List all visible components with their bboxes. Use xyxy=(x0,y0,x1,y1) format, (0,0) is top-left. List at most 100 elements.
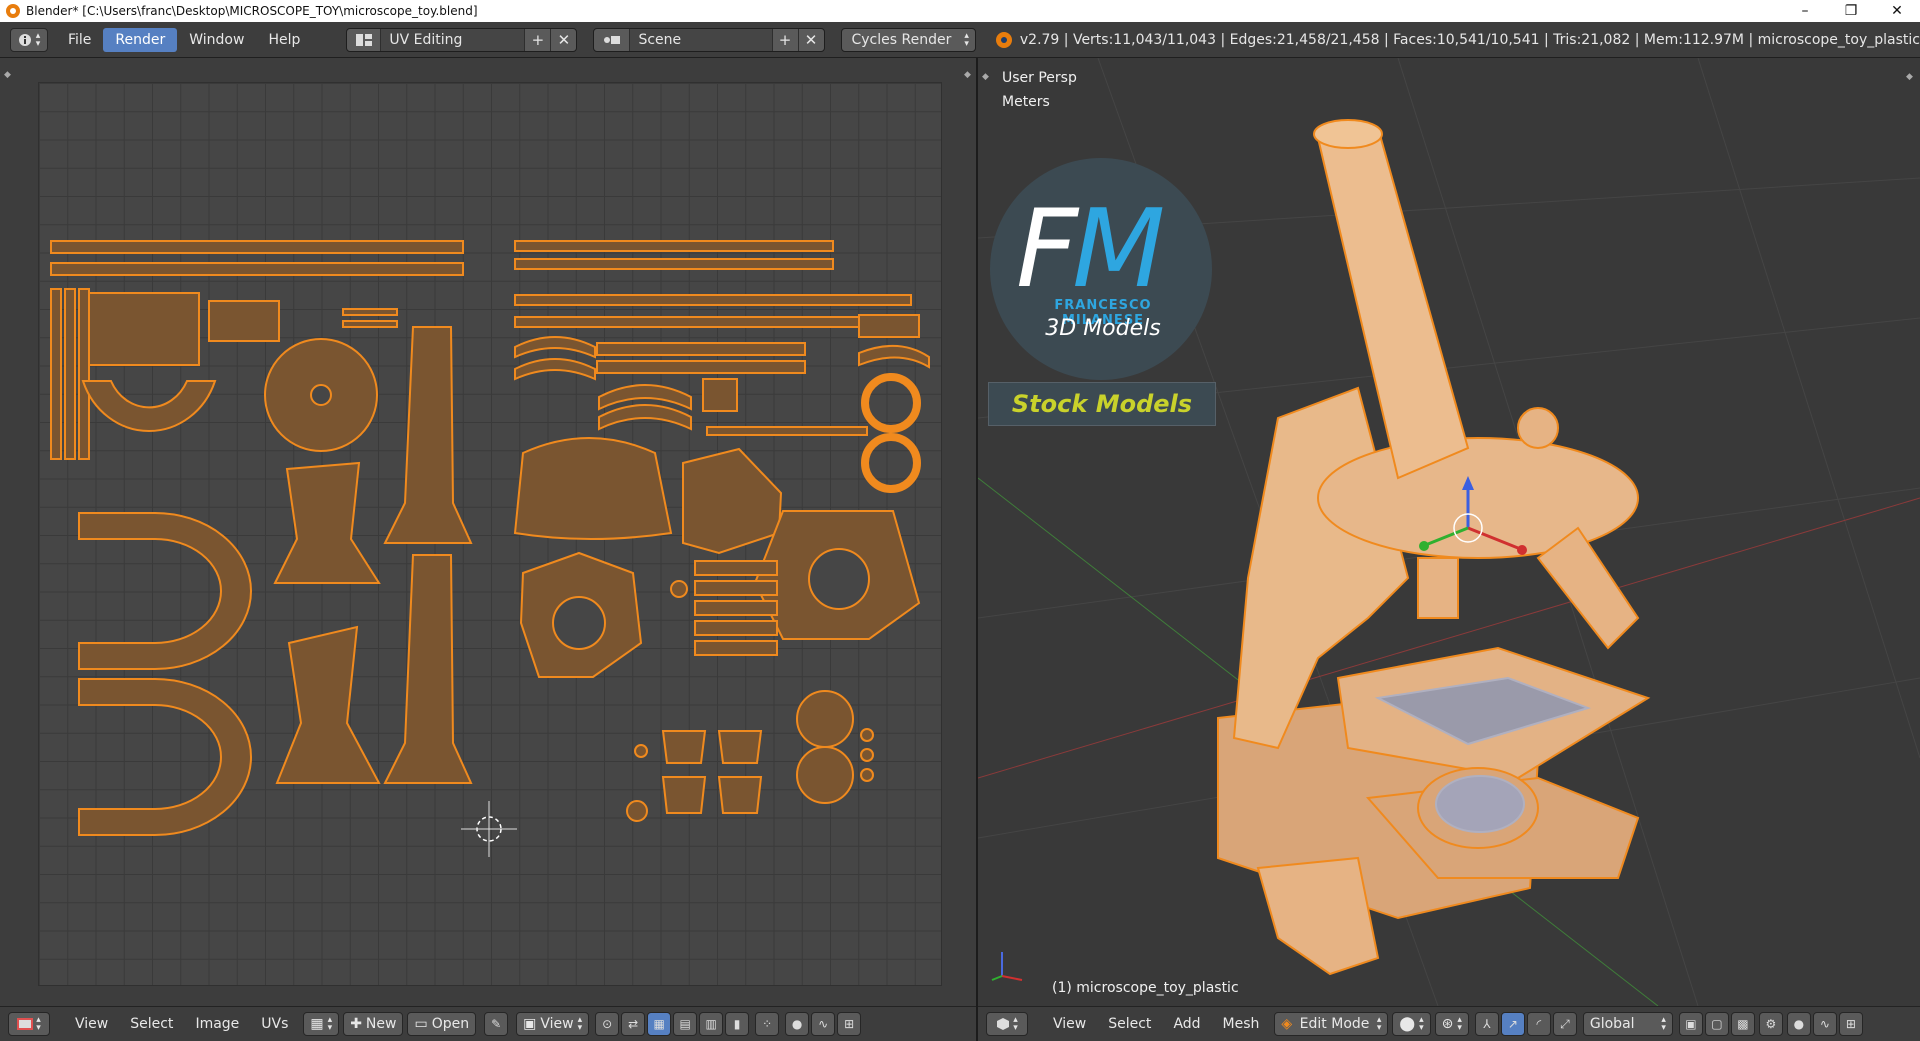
image-browse-button[interactable]: ▦ ▴ ▾ xyxy=(303,1012,340,1036)
add-layout-icon[interactable]: + xyxy=(524,28,550,51)
watermark-logo: FM xyxy=(1016,196,1165,304)
viewport-menu-add[interactable]: Add xyxy=(1162,1016,1211,1032)
watermark-letter-m: M xyxy=(1072,187,1165,312)
sync-selection-icon[interactable]: ⇄ xyxy=(621,1012,646,1036)
interaction-mode-label: Edit Mode xyxy=(1299,1016,1370,1032)
blender-app-icon xyxy=(6,4,20,18)
edge-select-icon[interactable]: ▤ xyxy=(673,1012,698,1036)
blender-logo-icon xyxy=(995,31,1012,48)
pin-icon[interactable]: ✎ xyxy=(484,1012,509,1036)
viewport-menu-select[interactable]: Select xyxy=(1097,1016,1162,1032)
menu-help[interactable]: Help xyxy=(256,28,312,52)
updown-icon: ▴ ▾ xyxy=(964,30,969,49)
rotate-manipulator-icon[interactable]: ◜ xyxy=(1526,1012,1551,1036)
translate-manipulator-icon[interactable]: ↗ xyxy=(1500,1012,1525,1036)
screen-layout-name[interactable]: UV Editing xyxy=(381,28,525,51)
render-engine-label[interactable]: Cycles Render xyxy=(852,32,952,48)
view-mode-dropdown[interactable]: ▣ View ▴ ▾ xyxy=(516,1012,590,1036)
manipulator-toggle-icon[interactable]: ⅄ xyxy=(1474,1012,1499,1036)
viewport-menu-view[interactable]: View xyxy=(1042,1016,1097,1032)
remove-scene-icon[interactable]: ✕ xyxy=(797,28,824,51)
scene-icon[interactable] xyxy=(594,28,631,51)
transform-orientation-dropdown[interactable]: Global ▴ ▾ xyxy=(1582,1012,1673,1036)
menu-file[interactable]: File xyxy=(56,28,103,52)
snap-icon[interactable]: ∿ xyxy=(811,1012,836,1036)
properties-toggle-icon[interactable]: ◆ xyxy=(964,70,974,80)
scene-selector[interactable]: Scene + ✕ xyxy=(593,27,825,52)
stats-text: v2.79 | Verts:11,043/11,043 | Edges:21,4… xyxy=(1019,31,1920,48)
info-icon xyxy=(18,33,31,46)
pivot-icon[interactable]: ⊙ xyxy=(595,1012,620,1036)
face-select-icon[interactable]: ▥ xyxy=(699,1012,724,1036)
updown-icon: ▴ ▾ xyxy=(35,30,41,49)
snap-icon[interactable]: ∿ xyxy=(1812,1012,1837,1036)
updown-icon: ▴ ▾ xyxy=(1376,1015,1382,1033)
viewport-menu-mesh[interactable]: Mesh xyxy=(1212,1016,1271,1032)
uv-grid[interactable] xyxy=(38,82,942,986)
new-image-button[interactable]: ✚ New xyxy=(343,1012,404,1036)
uv-menu-image[interactable]: Image xyxy=(184,1016,250,1032)
plus-icon: ✚ xyxy=(350,1016,362,1032)
image-browse-icon: ▦ xyxy=(310,1016,324,1032)
edge-mode-icon[interactable]: ▢ xyxy=(1704,1012,1729,1036)
viewport-editor-type-selector[interactable]: ▴ ▾ xyxy=(986,1012,1028,1036)
island-select-icon[interactable]: ▮ xyxy=(725,1012,750,1036)
remove-layout-icon[interactable]: ✕ xyxy=(550,28,576,51)
image-editor-icon xyxy=(17,1018,34,1030)
transform-orientation-label: Global xyxy=(1589,1016,1635,1032)
face-mode-icon[interactable]: ▩ xyxy=(1730,1012,1755,1036)
open-image-button[interactable]: ▭ Open xyxy=(407,1012,477,1036)
vertex-select-icon[interactable]: ▦ xyxy=(647,1012,672,1036)
updown-icon: ▴ ▾ xyxy=(1419,1015,1424,1033)
open-image-label: Open xyxy=(431,1016,470,1032)
solid-shading-icon: ⬤ xyxy=(1399,1016,1416,1032)
uv-editor-header: ▴ ▾ View Select Image UVs ▦ ▴ ▾ ✚ New ▭ Op… xyxy=(0,1006,976,1041)
updown-icon: ▴ ▾ xyxy=(327,1015,333,1033)
uv-menu-select[interactable]: Select xyxy=(119,1016,184,1032)
axis-gizmo-icon xyxy=(991,952,1023,981)
uv-image-editor[interactable]: ◆ ◆ xyxy=(0,58,976,1006)
window-titlebar: Blender* [C:\Users\franc\Desktop\MICROSC… xyxy=(0,0,1920,22)
snap-element-icon[interactable]: ⊞ xyxy=(837,1012,862,1036)
updown-icon: ▴ ▾ xyxy=(1457,1015,1462,1033)
toolbar-toggle-icon[interactable]: ◆ xyxy=(4,70,14,80)
close-button[interactable]: ✕ xyxy=(1874,0,1920,22)
interaction-mode-dropdown[interactable]: ◈ Edit Mode ▴ ▾ xyxy=(1274,1012,1389,1036)
scale-manipulator-icon[interactable]: ⤢ xyxy=(1552,1012,1577,1036)
scene-name[interactable]: Scene xyxy=(630,28,772,51)
new-image-label: New xyxy=(365,1016,397,1032)
edit-mode-icon: ◈ xyxy=(1281,1016,1293,1032)
minimize-button[interactable]: – xyxy=(1782,0,1828,22)
updown-icon: ▴ ▾ xyxy=(577,1015,583,1033)
2d-cursor-icon[interactable] xyxy=(457,797,521,861)
screen-layout-selector[interactable]: UV Editing + ✕ xyxy=(346,27,578,52)
uv-editor-type-selector[interactable]: ▴ ▾ xyxy=(8,1012,50,1036)
layout-icon[interactable] xyxy=(347,28,382,51)
folder-icon: ▭ xyxy=(414,1016,428,1032)
menu-render[interactable]: Render xyxy=(103,27,178,52)
render-engine-dropdown[interactable]: Cycles Render ▴ ▾ xyxy=(840,27,976,52)
watermark-letter-f: F xyxy=(1016,187,1078,312)
3d-viewport[interactable]: ◆ ◆ User Persp Meters FM FRANCESCO MILAN… xyxy=(978,58,1920,1006)
pivot-point-dropdown[interactable]: ⊛ ▴ ▾ xyxy=(1434,1012,1469,1036)
updown-icon: ▴ ▾ xyxy=(1661,1015,1666,1033)
maximize-button[interactable]: ❐ xyxy=(1828,0,1874,22)
watermark-tagline: 3D Models xyxy=(1045,316,1161,341)
editor-type-selector[interactable]: ▴ ▾ xyxy=(10,27,48,52)
shading-dropdown[interactable]: ⬤ ▴ ▾ xyxy=(1392,1012,1431,1036)
view-mode-icon: ▣ xyxy=(523,1016,537,1032)
info-header: ▴ ▾ File Render Window Help UV Editing + … xyxy=(0,22,1920,58)
uv-menu-view[interactable]: View xyxy=(64,1016,119,1032)
uv-menu-uvs[interactable]: UVs xyxy=(250,1016,299,1032)
limit-selection-icon[interactable]: ⚙ xyxy=(1758,1012,1783,1036)
scene-statistics: v2.79 | Verts:11,043/11,043 | Edges:21,4… xyxy=(995,31,1920,48)
vertex-mode-icon[interactable]: ▣ xyxy=(1678,1012,1703,1036)
menu-window[interactable]: Window xyxy=(177,28,256,52)
add-scene-icon[interactable]: + xyxy=(771,28,798,51)
snap-element-icon[interactable]: ⊞ xyxy=(1838,1012,1863,1036)
proportional-edit-icon[interactable]: ● xyxy=(785,1012,810,1036)
active-object-label: (1) microscope_toy_plastic xyxy=(1052,980,1239,996)
sticky-selection-icon[interactable]: ⁘ xyxy=(755,1012,780,1036)
window-title: Blender* [C:\Users\franc\Desktop\MICROSC… xyxy=(26,4,478,18)
proportional-edit-icon[interactable]: ● xyxy=(1786,1012,1811,1036)
